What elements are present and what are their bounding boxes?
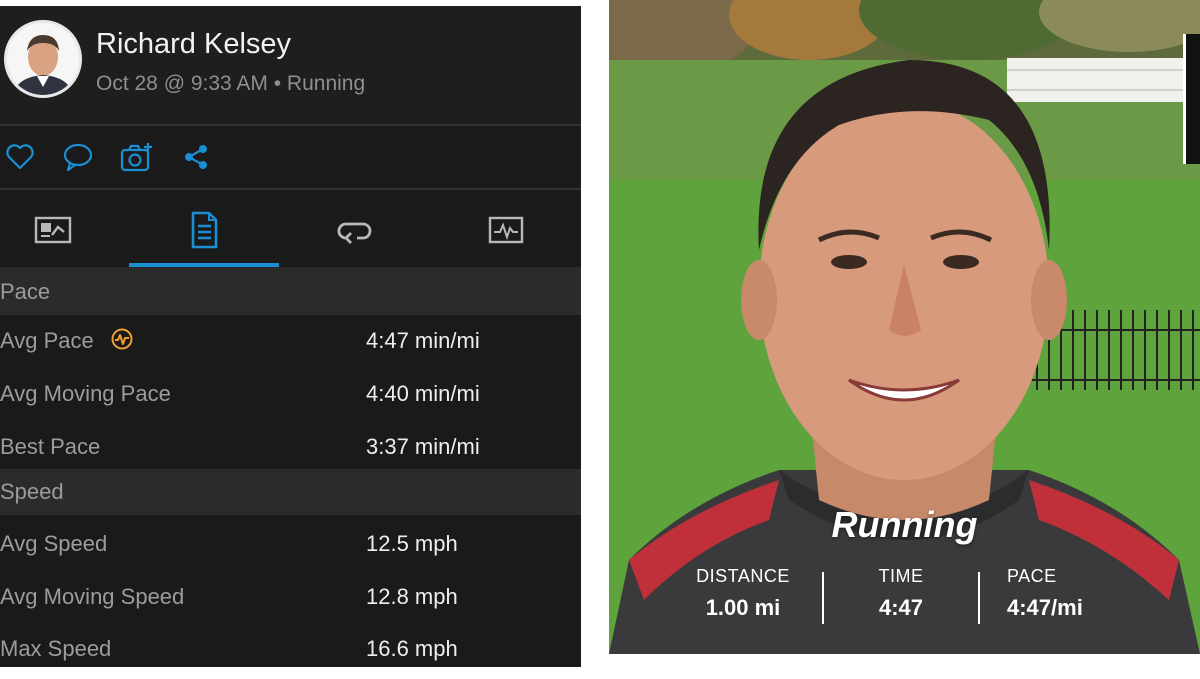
selfie-scene bbox=[609, 0, 1200, 654]
like-button[interactable] bbox=[2, 140, 38, 174]
overlay-stat-label: PACE bbox=[1007, 566, 1057, 586]
comment-button[interactable] bbox=[60, 140, 96, 174]
section-title: Speed bbox=[0, 479, 64, 504]
heart-icon bbox=[6, 144, 34, 170]
stat-value: 4:40 min/mi bbox=[366, 381, 480, 406]
stat-label: Avg Moving Pace bbox=[0, 381, 171, 406]
overlay-stat-value: 4:47 bbox=[878, 595, 924, 620]
add-photo-icon bbox=[120, 143, 152, 172]
stat-label: Avg Moving Speed bbox=[0, 584, 185, 609]
tab-stats[interactable] bbox=[129, 190, 279, 270]
activity-photo[interactable]: Running DISTANCE 1.00 mi TIME 4:47 PACE … bbox=[609, 0, 1200, 654]
overlay-separator bbox=[978, 572, 980, 624]
overlay-stat-label: DISTANCE bbox=[696, 566, 790, 586]
stats-tab-icon bbox=[191, 211, 218, 249]
overview-tab-icon bbox=[34, 216, 72, 244]
overlay-separator bbox=[822, 572, 824, 624]
pace-section-header: Pace bbox=[0, 269, 581, 315]
tab-laps[interactable] bbox=[280, 190, 430, 270]
stat-label: Avg Speed bbox=[0, 531, 108, 556]
stat-row-max-speed: Max Speed 16.6 mph bbox=[0, 623, 581, 667]
share-button[interactable] bbox=[178, 140, 214, 174]
section-title: Pace bbox=[0, 279, 51, 304]
stat-label: Avg Pace bbox=[0, 328, 94, 353]
overlay-stat-value: 4:47/mi bbox=[1007, 595, 1083, 620]
add-photo-button[interactable] bbox=[119, 140, 155, 174]
activity-header: Richard Kelsey Oct 28 @ 9:33 AM • Runnin… bbox=[0, 6, 581, 124]
stat-value: 12.5 mph bbox=[366, 531, 458, 556]
speed-section-header: Speed bbox=[0, 469, 581, 515]
avatar[interactable] bbox=[4, 20, 82, 98]
overlay-time: TIME 4:47 bbox=[861, 566, 941, 621]
tab-bar bbox=[0, 190, 581, 270]
stat-label: Best Pace bbox=[0, 434, 101, 459]
action-bar bbox=[0, 126, 581, 188]
overlay-stat-label: TIME bbox=[878, 566, 924, 586]
activity-detail-panel: Richard Kelsey Oct 28 @ 9:33 AM • Runnin… bbox=[0, 6, 581, 667]
stat-row-avg-speed: Avg Speed 12.5 mph bbox=[0, 518, 581, 571]
overlay-pace: PACE 4:47/mi bbox=[1007, 566, 1107, 621]
charts-tab-icon bbox=[488, 216, 524, 244]
stat-row-best-pace: Best Pace 3:37 min/mi bbox=[0, 421, 581, 474]
stat-row-avg-moving-speed: Avg Moving Speed 12.8 mph bbox=[0, 571, 581, 624]
laps-tab-icon bbox=[337, 222, 372, 244]
user-name[interactable]: Richard Kelsey bbox=[96, 28, 291, 61]
stat-value: 3:37 min/mi bbox=[366, 434, 480, 459]
overlay-activity-title: Running bbox=[831, 504, 978, 545]
overlay-distance: DISTANCE 1.00 mi bbox=[693, 566, 793, 621]
comment-icon bbox=[63, 143, 93, 172]
performance-icon[interactable] bbox=[110, 327, 134, 351]
stat-row-avg-pace: Avg Pace 4:47 min/mi bbox=[0, 315, 581, 368]
tab-charts[interactable] bbox=[431, 190, 581, 270]
stat-value: 4:47 min/mi bbox=[366, 328, 480, 353]
overlay-stat-value: 1.00 mi bbox=[705, 595, 781, 620]
tab-overview[interactable] bbox=[0, 190, 128, 270]
stat-value: 12.8 mph bbox=[366, 584, 458, 609]
stat-value: 16.6 mph bbox=[366, 636, 458, 661]
stat-label: Max Speed bbox=[0, 636, 112, 661]
brand-watermark bbox=[1183, 34, 1200, 164]
avatar-photo bbox=[7, 23, 79, 95]
stat-row-avg-moving-pace: Avg Moving Pace 4:40 min/mi bbox=[0, 368, 581, 421]
share-icon bbox=[185, 145, 207, 169]
activity-meta: Oct 28 @ 9:33 AM • Running bbox=[96, 72, 366, 95]
